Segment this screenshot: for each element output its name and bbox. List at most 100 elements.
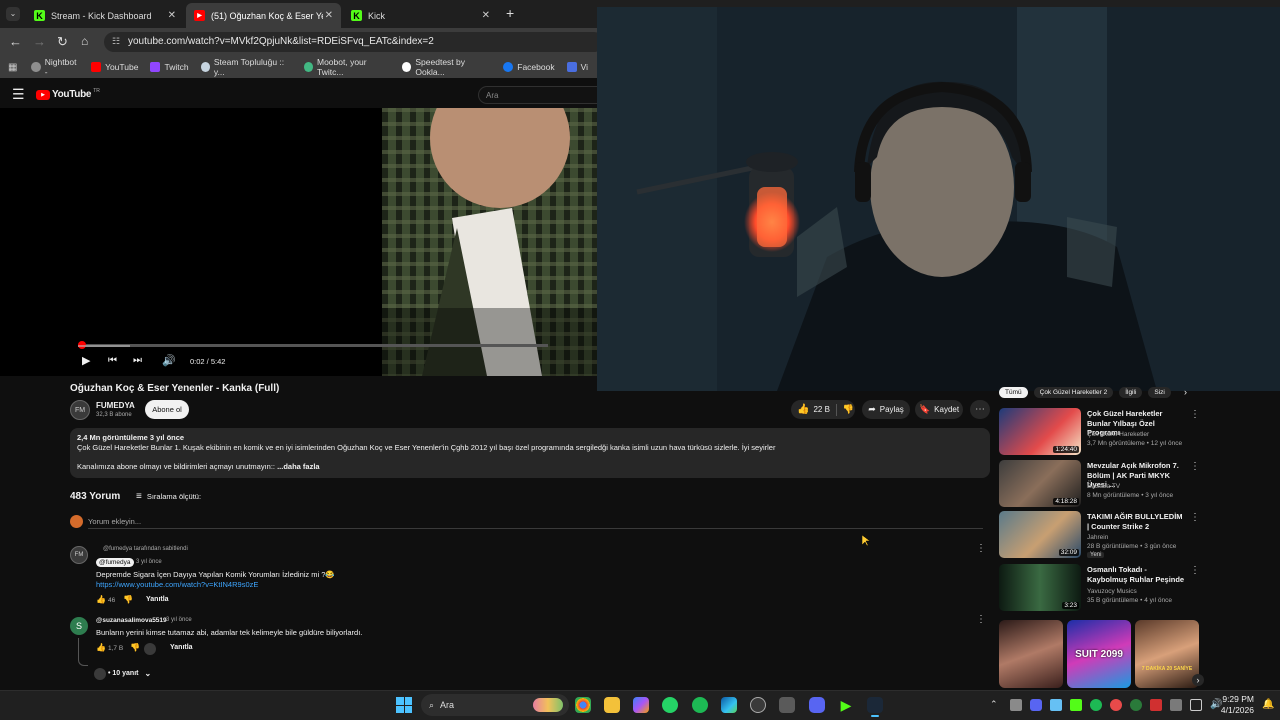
reload-icon[interactable]: ↻ (57, 34, 68, 50)
subscribe-button[interactable]: Abone ol (145, 400, 189, 419)
reply-button[interactable]: Yanıtla (146, 596, 169, 603)
bookmark-moobot[interactable]: Moobot, your Twitc... (303, 57, 390, 77)
kick-app-icon[interactable]: ▶ (838, 697, 854, 713)
bookmark-facebook[interactable]: Facebook (503, 62, 555, 72)
dislike-icon[interactable]: 👎 (123, 595, 133, 604)
tray-kick-icon[interactable] (1070, 699, 1082, 711)
next-icon[interactable]: ⏭ (133, 355, 142, 366)
comment-time[interactable]: 3 yıl önce (166, 617, 192, 623)
recommendation-channel[interactable]: Yavuzocy Musics (1087, 587, 1197, 596)
chip-series[interactable]: Çok Güzel Hareketler 2 (1033, 387, 1114, 398)
tray-spotify-icon[interactable] (1090, 699, 1102, 711)
comment-menu-icon[interactable]: ⋮ (976, 614, 986, 625)
bookmark-other[interactable]: Vi (566, 62, 588, 72)
recommendation-thumbnail[interactable]: 3:23 (999, 564, 1081, 611)
dislike-icon[interactable]: 👎 (130, 643, 140, 652)
reply-button[interactable]: Yanıtla (170, 644, 193, 651)
tray-discord-icon[interactable] (1030, 699, 1042, 711)
recommendation-channel[interactable]: Çok Güzel Hareketler (1087, 430, 1197, 439)
back-icon[interactable]: ← (9, 34, 22, 49)
recommendation-channel[interactable]: Jahrein (1087, 533, 1197, 542)
copilot-icon[interactable] (633, 697, 649, 713)
chrome-icon[interactable] (575, 697, 591, 713)
tab-kick-dashboard[interactable]: K Stream - Kick Dashboard ✕ (26, 3, 184, 28)
spotify-icon[interactable] (692, 697, 708, 713)
tray-security-icon[interactable] (1150, 699, 1162, 711)
bookmark-steam[interactable]: Steam Topluluğu :: y... (200, 57, 292, 77)
play-icon[interactable]: ▶ (82, 354, 90, 367)
bookmark-speedtest[interactable]: Speedtest by Ookla... (402, 57, 491, 77)
file-explorer-icon[interactable] (604, 697, 620, 713)
save-button[interactable]: 🔖 Kaydet (915, 400, 963, 419)
share-button[interactable]: ➦ Paylaş (862, 400, 910, 419)
recommendation-menu-icon[interactable]: ⋮ (1190, 512, 1200, 523)
tray-app3-icon[interactable] (1170, 699, 1182, 711)
chip-related[interactable]: İlgili (1119, 387, 1143, 398)
chip-for-you[interactable]: Sizi (1148, 387, 1171, 398)
windows-start-icon[interactable] (396, 697, 412, 713)
recommendation-thumbnail[interactable]: 4:18:28 (999, 460, 1081, 507)
tray-steam-icon[interactable] (1050, 699, 1062, 711)
notifications-icon[interactable]: 🔔 (1262, 699, 1274, 710)
steam-icon[interactable] (867, 697, 883, 713)
network-icon[interactable] (1190, 699, 1202, 711)
bookmark-youtube[interactable]: YouTube (91, 62, 138, 72)
new-tab-button[interactable]: + (506, 5, 514, 21)
chip-all[interactable]: Tümü (999, 387, 1028, 398)
url-input[interactable]: ☷ youtube.com/watch?v=MVkf2QpjuNk&list=R… (104, 32, 604, 52)
tab-kick[interactable]: K Kick ✕ (343, 3, 498, 28)
add-comment-input[interactable]: Yorum ekleyin... (88, 517, 141, 526)
like-icon[interactable]: 👍 (96, 643, 106, 652)
short-thumbnail[interactable] (999, 620, 1063, 688)
tab-search-icon[interactable]: ⌄ (6, 7, 20, 21)
tray-chrome-icon[interactable] (1110, 699, 1122, 711)
comment-link[interactable]: https://www.youtube.com/watch?v=KtIN4R9s… (96, 580, 258, 589)
search-input[interactable]: Ara (478, 86, 600, 104)
previous-icon[interactable]: ⏮ (108, 355, 117, 366)
short-thumbnail[interactable]: 7 DAKİKA 20 SANİYE (1135, 620, 1199, 688)
site-info-icon[interactable]: ☷ (112, 36, 120, 47)
recommendation-thumbnail[interactable]: 1:24:40 (999, 408, 1081, 455)
shorts-next-icon[interactable]: › (1192, 674, 1204, 686)
channel-avatar[interactable]: FM (70, 400, 90, 420)
comment-author[interactable]: @suzanasalimova5519 (96, 617, 167, 624)
comment-avatar[interactable]: FM (70, 546, 88, 564)
tab-youtube[interactable]: ▶ (51) Oğuzhan Koç & Eser Yenen ✕ (186, 3, 341, 28)
taskbar-search[interactable]: ⌕ Ara (421, 694, 569, 716)
close-tab-icon[interactable]: ✕ (168, 10, 176, 21)
recommendation-title[interactable]: TAKIMI AĞIR BULLYLEDİM | Counter Strike … (1087, 512, 1185, 531)
recommendation-menu-icon[interactable]: ⋮ (1190, 461, 1200, 472)
obs-icon[interactable] (750, 697, 766, 713)
short-thumbnail[interactable]: SUIT 2099 (1067, 620, 1131, 688)
home-icon[interactable]: ⌂ (81, 34, 88, 48)
recommendation-menu-icon[interactable]: ⋮ (1190, 565, 1200, 576)
bookmark-twitch[interactable]: Twitch (150, 62, 189, 72)
like-count[interactable]: 22 B (813, 405, 829, 414)
tray-app-icon[interactable] (1010, 699, 1022, 711)
sort-button[interactable]: ≡ Sıralama ölçütü: (136, 491, 201, 502)
comment-avatar[interactable]: S (70, 617, 88, 635)
tray-app2-icon[interactable] (1130, 699, 1142, 711)
volume-icon[interactable]: 🔊 (162, 354, 176, 367)
close-tab-icon[interactable]: ✕ (482, 10, 490, 21)
taskbar-clock[interactable]: 9:29 PM 4/1/2026 (1216, 694, 1254, 716)
bookmark-nightbot[interactable]: Nightbot - (31, 57, 79, 77)
recommendation-menu-icon[interactable]: ⋮ (1190, 409, 1200, 420)
menu-icon[interactable]: ☰ (12, 86, 25, 103)
recommendation-title[interactable]: Osmanlı Tokadı - Kaybolmuş Ruhlar Peşind… (1087, 565, 1185, 584)
channel-name[interactable]: FUMEDYA (96, 401, 135, 410)
forward-icon[interactable]: → (33, 34, 46, 49)
recommendation-channel[interactable]: BaBaLa TV (1087, 482, 1197, 491)
store-icon[interactable] (779, 697, 795, 713)
video-player[interactable]: ▶ ⏮ ⏭ 🔊 0:02 / 5:42 (0, 108, 597, 376)
close-tab-icon[interactable]: ✕ (325, 10, 333, 21)
comment-time[interactable]: 3 yıl önce (136, 559, 162, 565)
apps-icon[interactable]: ▦ (8, 62, 17, 73)
progress-bar[interactable] (78, 341, 548, 349)
whatsapp-icon[interactable] (662, 697, 678, 713)
discord-icon[interactable] (809, 697, 825, 713)
like-icon[interactable]: 👍 (797, 404, 809, 415)
video-description[interactable]: 2,4 Mn görüntüleme 3 yıl önce Çok Güzel … (70, 428, 990, 478)
youtube-logo[interactable]: ▶ YouTube TR (36, 88, 100, 100)
comment-menu-icon[interactable]: ⋮ (976, 543, 986, 554)
